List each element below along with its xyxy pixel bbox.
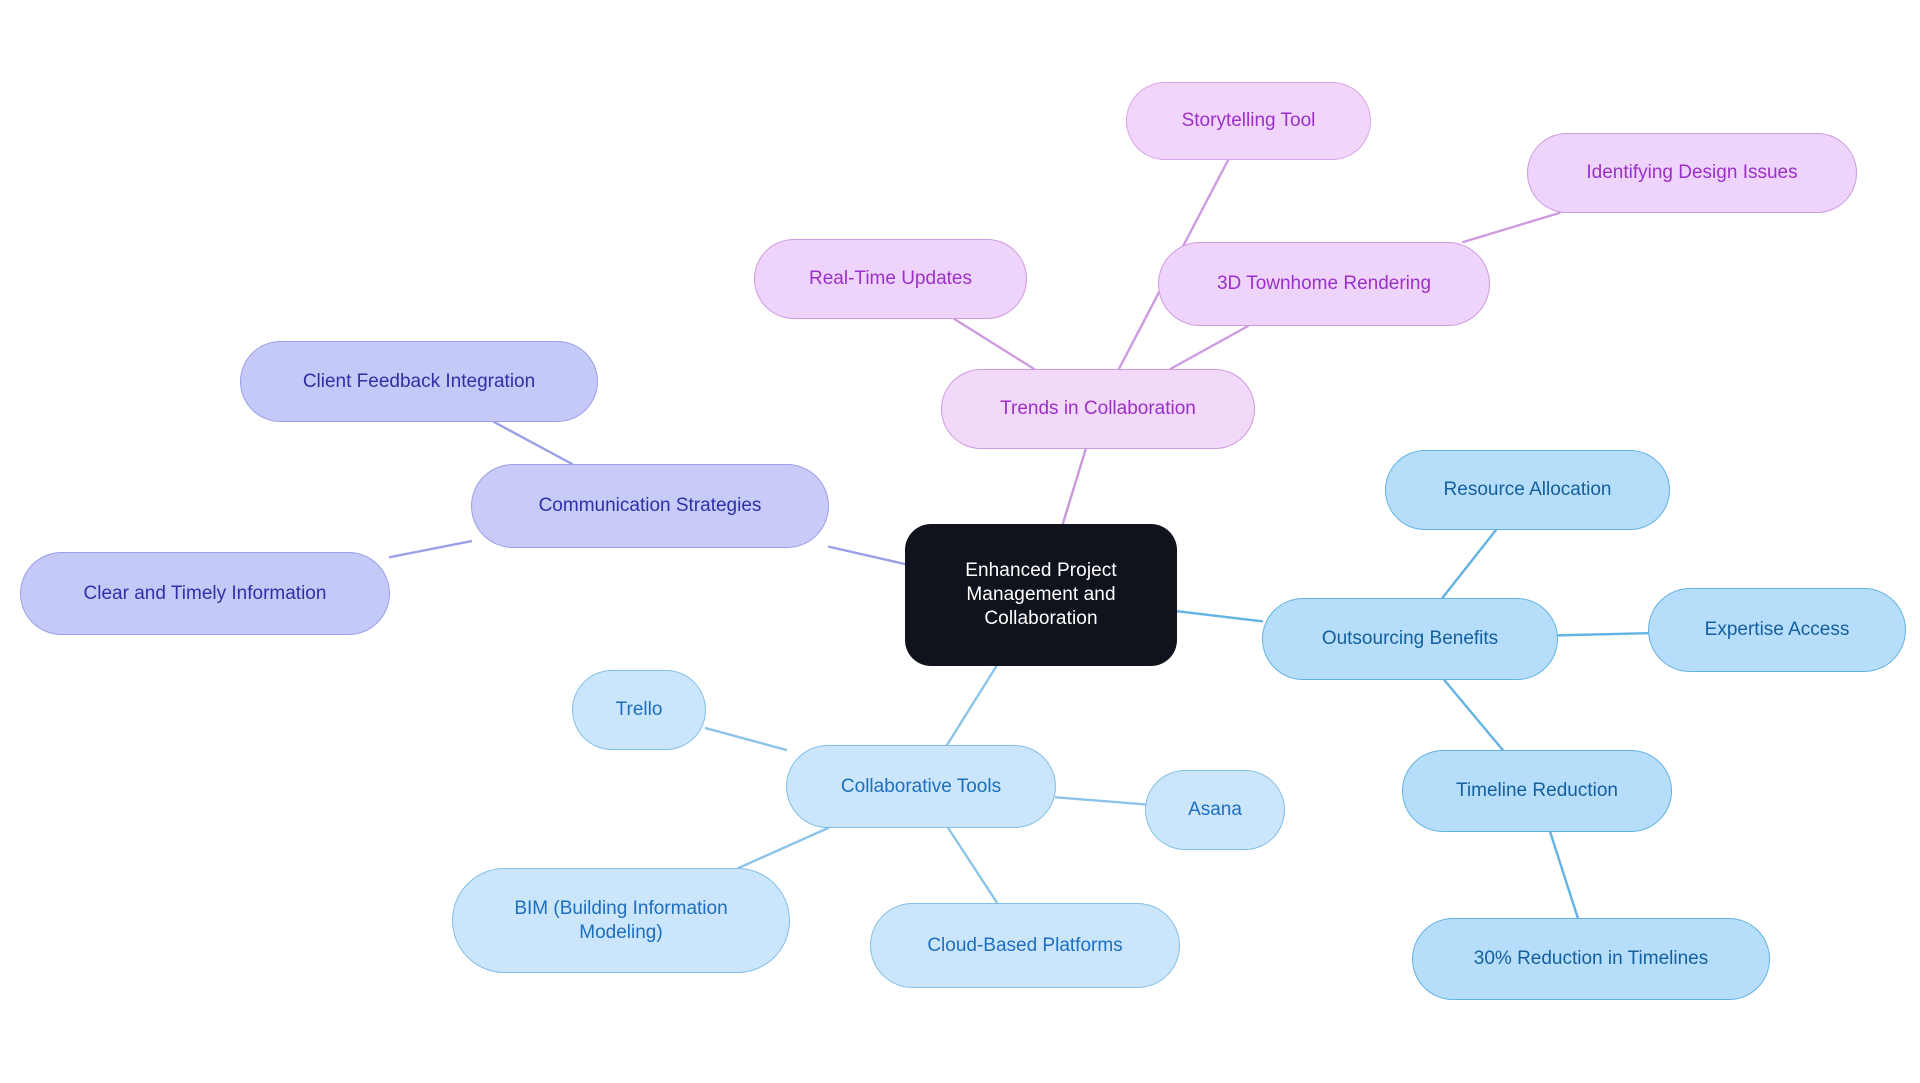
node-label: Collaborative Tools	[840, 775, 1002, 797]
mindmap-edge	[1169, 324, 1250, 371]
mindmap-edge	[1548, 830, 1580, 920]
mindmap-edge	[1441, 528, 1498, 600]
node-label: Timeline Reduction	[1456, 780, 1618, 802]
mindmap-node-storytelling-tool[interactable]: Storytelling Tool	[1126, 82, 1371, 160]
node-label: Enhanced Project Management and Collabor…	[965, 560, 1117, 629]
mindmap-node-clear-and-timely-information[interactable]: Clear and Timely Information	[20, 552, 390, 635]
node-label: BIM (Building Information Modeling)	[514, 897, 728, 943]
mindmap-node-communication-strategies[interactable]: Communication Strategies	[471, 464, 829, 548]
mindmap-edge	[953, 317, 1036, 371]
mindmap-edge	[1462, 211, 1561, 244]
mindmap-node-real-time-updates[interactable]: Real-Time Updates	[754, 239, 1027, 319]
mindmap-edge	[388, 539, 473, 559]
node-label: Expertise Access	[1704, 619, 1850, 641]
mindmap-node-identifying-design-issues[interactable]: Identifying Design Issues	[1527, 133, 1857, 213]
mindmap-edge	[946, 826, 999, 905]
node-label: Asana	[1188, 799, 1242, 821]
mindmap-node-expertise-access[interactable]: Expertise Access	[1648, 588, 1906, 672]
node-label: Trello	[615, 699, 663, 721]
node-label: 3D Townhome Rendering	[1216, 273, 1432, 295]
mindmap-node-cloud-based-platforms[interactable]: Cloud-Based Platforms	[870, 903, 1180, 988]
node-label: 30% Reduction in Timelines	[1473, 948, 1709, 970]
mindmap-node-3d-townhome-rendering[interactable]: 3D Townhome Rendering	[1158, 242, 1490, 326]
mindmap-edge	[945, 664, 998, 747]
node-label: Resource Allocation	[1443, 479, 1612, 501]
mindmap-node-client-feedback-integration[interactable]: Client Feedback Integration	[240, 341, 598, 422]
node-label: Clear and Timely Information	[83, 582, 327, 604]
mindmap-node-trends[interactable]: Trends in Collaboration	[941, 369, 1255, 449]
node-label: Storytelling Tool	[1181, 110, 1316, 132]
node-label: Cloud-Based Platforms	[927, 934, 1123, 956]
mindmap-edge	[1061, 447, 1087, 526]
mindmap-node-resource-allocation[interactable]: Resource Allocation	[1385, 450, 1670, 530]
mindmap-edge	[492, 420, 574, 466]
node-label: Identifying Design Issues	[1586, 162, 1798, 184]
mindmap-edge	[1054, 796, 1147, 806]
mindmap-node-30-percent-reduction-in-timelines[interactable]: 30% Reduction in Timelines	[1412, 918, 1770, 1000]
mindmap-node-timeline-reduction[interactable]: Timeline Reduction	[1402, 750, 1672, 832]
mindmap-canvas: Enhanced Project Management and Collabor…	[0, 0, 1920, 1083]
node-label: Real-Time Updates	[809, 268, 972, 290]
mindmap-node-outsourcing-benefits[interactable]: Outsourcing Benefits	[1262, 598, 1558, 680]
node-label: Outsourcing Benefits	[1321, 628, 1499, 650]
mindmap-edge	[1175, 610, 1264, 623]
node-label: Trends in Collaboration	[1000, 398, 1196, 420]
mindmap-edge	[1443, 678, 1504, 752]
mindmap-edge	[827, 545, 907, 566]
mindmap-node-trello[interactable]: Trello	[572, 670, 706, 750]
node-label: Client Feedback Integration	[302, 370, 536, 392]
mindmap-edge	[1556, 631, 1650, 637]
mindmap-root-node-root[interactable]: Enhanced Project Management and Collabor…	[905, 524, 1177, 666]
mindmap-edge	[704, 726, 788, 752]
mindmap-node-collaborative-tools[interactable]: Collaborative Tools	[786, 745, 1056, 828]
mindmap-node-asana[interactable]: Asana	[1145, 770, 1285, 850]
mindmap-edge	[737, 826, 830, 870]
mindmap-node-bim-building-information-modeling[interactable]: BIM (Building Information Modeling)	[452, 868, 790, 973]
node-label: Communication Strategies	[538, 495, 762, 517]
